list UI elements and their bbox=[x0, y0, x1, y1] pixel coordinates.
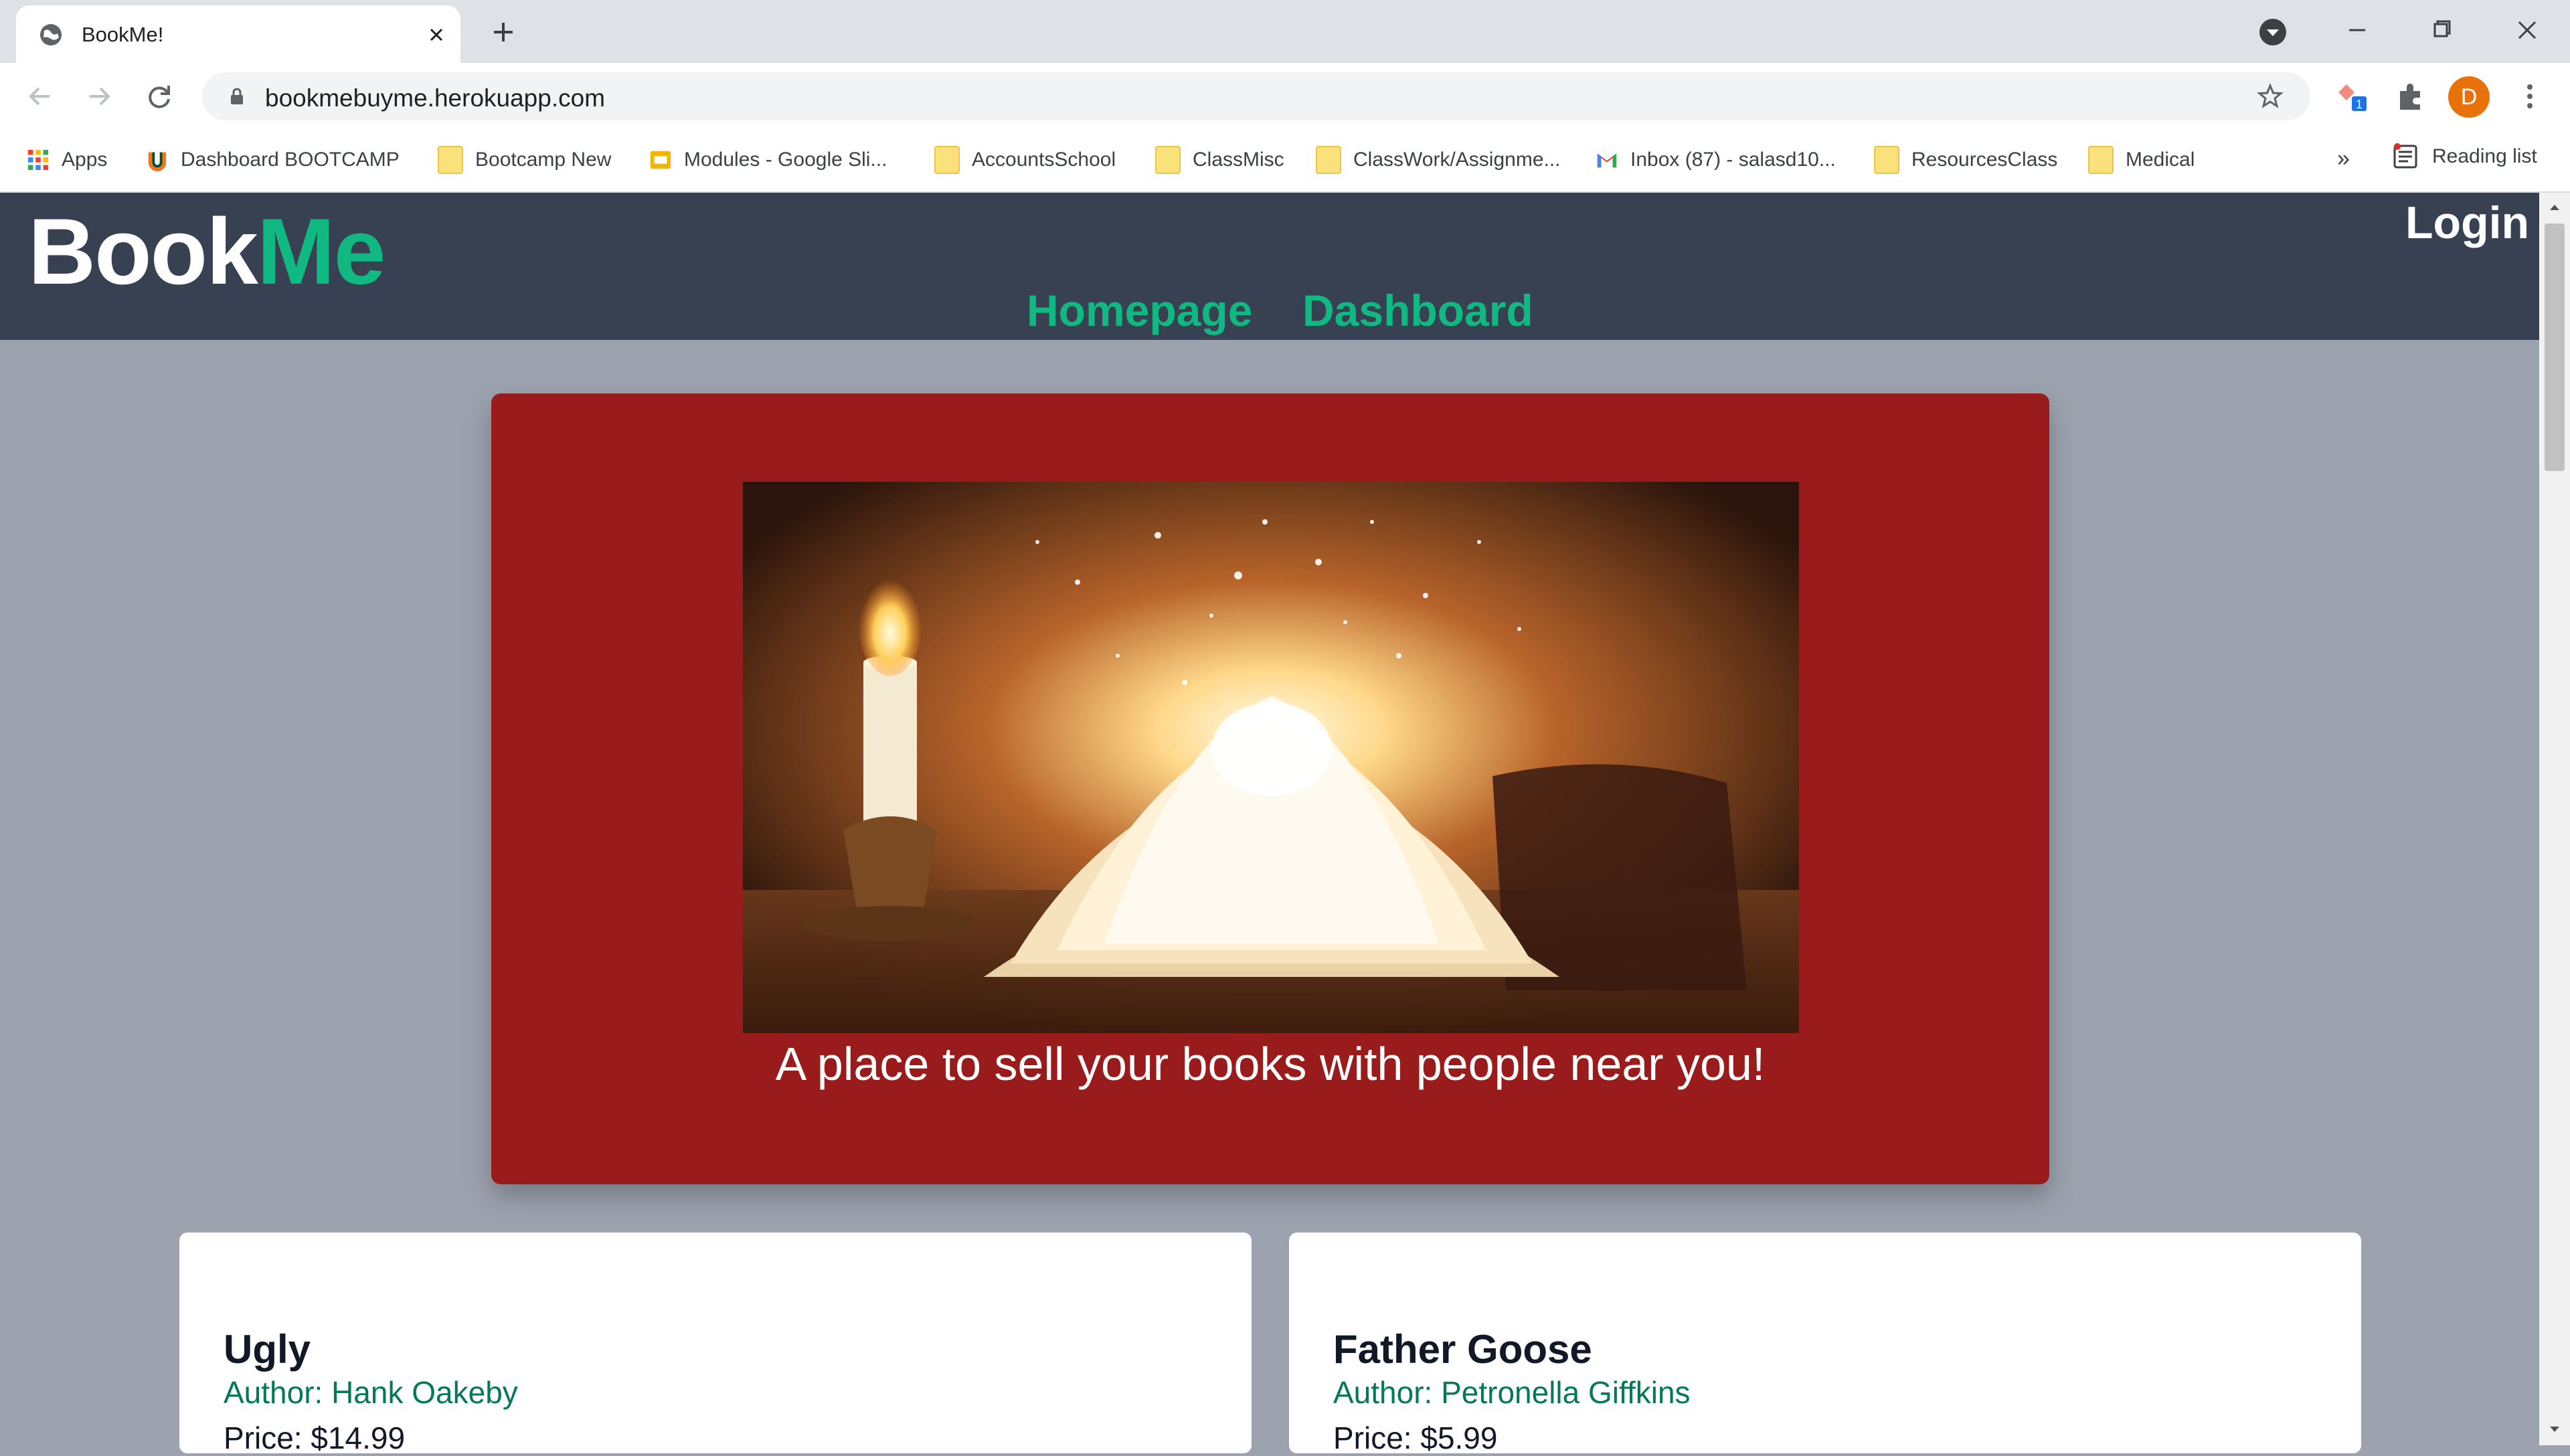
browser-toolbar: bookmebuyme.herokuapp.com 1 D bbox=[0, 63, 2570, 130]
site-logo[interactable]: BookMe bbox=[28, 195, 386, 308]
book-title: Father Goose bbox=[1333, 1327, 1592, 1372]
gmail-icon bbox=[1597, 153, 1617, 168]
bookmark-label: ClassWork/Assignme... bbox=[1353, 149, 1561, 171]
hero-tagline: A place to sell your books with people n… bbox=[775, 1038, 1766, 1090]
folder-icon bbox=[438, 146, 463, 174]
bookmark-label: Medical bbox=[2126, 149, 2195, 171]
tab-search-icon[interactable] bbox=[2258, 17, 2288, 47]
lock-icon[interactable] bbox=[226, 86, 248, 107]
extension-badge-count: 1 bbox=[2356, 98, 2363, 111]
folder-icon bbox=[1874, 146, 1899, 174]
folder-icon bbox=[1316, 146, 1341, 174]
back-icon[interactable] bbox=[24, 80, 56, 112]
bookmark-apps[interactable]: Apps bbox=[27, 143, 107, 177]
minimize-icon[interactable] bbox=[2338, 13, 2376, 47]
profile-avatar[interactable]: D bbox=[2448, 76, 2490, 118]
bookmark-label: Modules - Google Sli... bbox=[684, 149, 887, 171]
address-bar[interactable]: bookmebuyme.herokuapp.com bbox=[202, 72, 2310, 120]
page-scrollbar[interactable] bbox=[2539, 193, 2570, 1445]
browser-tab[interactable]: BookMe! bbox=[16, 5, 460, 63]
forward-icon[interactable] bbox=[83, 80, 115, 112]
more-menu-icon[interactable] bbox=[2512, 79, 2547, 114]
bookmarks-overflow-chevron-icon[interactable]: » bbox=[2337, 146, 2350, 172]
book-author: Author: Petronella Giffkins bbox=[1333, 1375, 1691, 1410]
url-text[interactable]: bookmebuyme.herokuapp.com bbox=[265, 84, 605, 112]
bookmark-bootcamp-new[interactable]: Bootcamp New bbox=[438, 143, 611, 177]
bookmark-label: Inbox (87) - salasd10... bbox=[1630, 149, 1836, 171]
scroll-up-arrow-icon[interactable] bbox=[2548, 201, 2561, 214]
bookmark-label: ClassMisc bbox=[1193, 149, 1284, 171]
apps-grid-icon bbox=[27, 149, 49, 171]
reading-list-label: Reading list bbox=[2432, 145, 2537, 167]
u-logo-icon bbox=[148, 152, 167, 171]
folder-icon bbox=[2088, 146, 2114, 174]
book-price: Price: $5.99 bbox=[1333, 1421, 1498, 1455]
login-link[interactable]: Login bbox=[2405, 197, 2529, 249]
bookmark-inbox[interactable]: Inbox (87) - salasd10... bbox=[1596, 143, 1836, 177]
browser-tabstrip: BookMe! bbox=[0, 0, 2570, 63]
hero-banner: A place to sell your books with people n… bbox=[491, 393, 2049, 1184]
google-slides-icon bbox=[650, 151, 671, 169]
book-card[interactable]: Ugly Author: Hank Oakeby Price: $14.99 bbox=[179, 1233, 1252, 1455]
reload-icon[interactable] bbox=[143, 80, 175, 112]
tab-title: BookMe! bbox=[82, 23, 164, 46]
book-price: Price: $14.99 bbox=[224, 1421, 406, 1455]
scroll-down-arrow-icon[interactable] bbox=[2548, 1423, 2561, 1436]
logo-text-me: Me bbox=[257, 199, 386, 304]
bookmark-label: Bootcamp New bbox=[475, 149, 612, 171]
bookmark-label: ResourcesClass bbox=[1911, 149, 2058, 171]
new-tab-icon[interactable] bbox=[489, 17, 518, 47]
bookmark-resourcesclass[interactable]: ResourcesClass bbox=[1874, 143, 2057, 177]
folder-icon bbox=[934, 146, 960, 174]
bookmark-label: Apps bbox=[62, 149, 108, 171]
nav-dashboard-link[interactable]: Dashboard bbox=[1302, 285, 1533, 336]
logo-text-book: Book bbox=[28, 199, 258, 304]
bookmark-dashboard-bootcamp[interactable]: Dashboard BOOTCAMP bbox=[146, 143, 400, 177]
bookmarks-bar: Apps Dashboard BOOTCAMP Bootcamp New Mod… bbox=[0, 130, 2570, 193]
reading-list-button[interactable]: Reading list bbox=[2392, 143, 2537, 170]
bookmark-medical[interactable]: Medical bbox=[2088, 143, 2195, 177]
book-card[interactable]: Father Goose Author: Petronella Giffkins… bbox=[1289, 1233, 2361, 1455]
bookmark-star-icon[interactable] bbox=[2257, 83, 2284, 110]
globe-icon bbox=[40, 24, 62, 46]
scrollbar-thumb[interactable] bbox=[2545, 223, 2565, 471]
bookmark-classmisc[interactable]: ClassMisc bbox=[1155, 143, 1284, 177]
restore-icon[interactable] bbox=[2423, 13, 2460, 47]
bookmark-label: AccountsSchool bbox=[972, 149, 1116, 171]
close-window-icon[interactable] bbox=[2508, 13, 2546, 47]
close-tab-icon[interactable] bbox=[423, 21, 450, 48]
book-author: Author: Hank Oakeby bbox=[224, 1375, 518, 1410]
book-title: Ugly bbox=[224, 1327, 311, 1372]
folder-icon bbox=[1155, 146, 1181, 174]
reading-list-icon bbox=[2393, 143, 2417, 169]
bookmark-modules-google-slides[interactable]: Modules - Google Sli... bbox=[649, 143, 887, 177]
magic-book-image bbox=[743, 482, 1799, 1033]
bookmark-classwork[interactable]: ClassWork/Assignme... bbox=[1316, 143, 1561, 177]
puzzle-extensions-icon[interactable] bbox=[2393, 79, 2428, 114]
nav-homepage-link[interactable]: Homepage bbox=[1027, 285, 1252, 336]
extension-badge-icon[interactable]: 1 bbox=[2334, 79, 2369, 114]
site-header: BookMe Login Homepage Dashboard bbox=[0, 193, 2539, 340]
bookmark-accountsschool[interactable]: AccountsSchool bbox=[934, 143, 1116, 177]
bookmark-label: Dashboard BOOTCAMP bbox=[181, 149, 400, 171]
